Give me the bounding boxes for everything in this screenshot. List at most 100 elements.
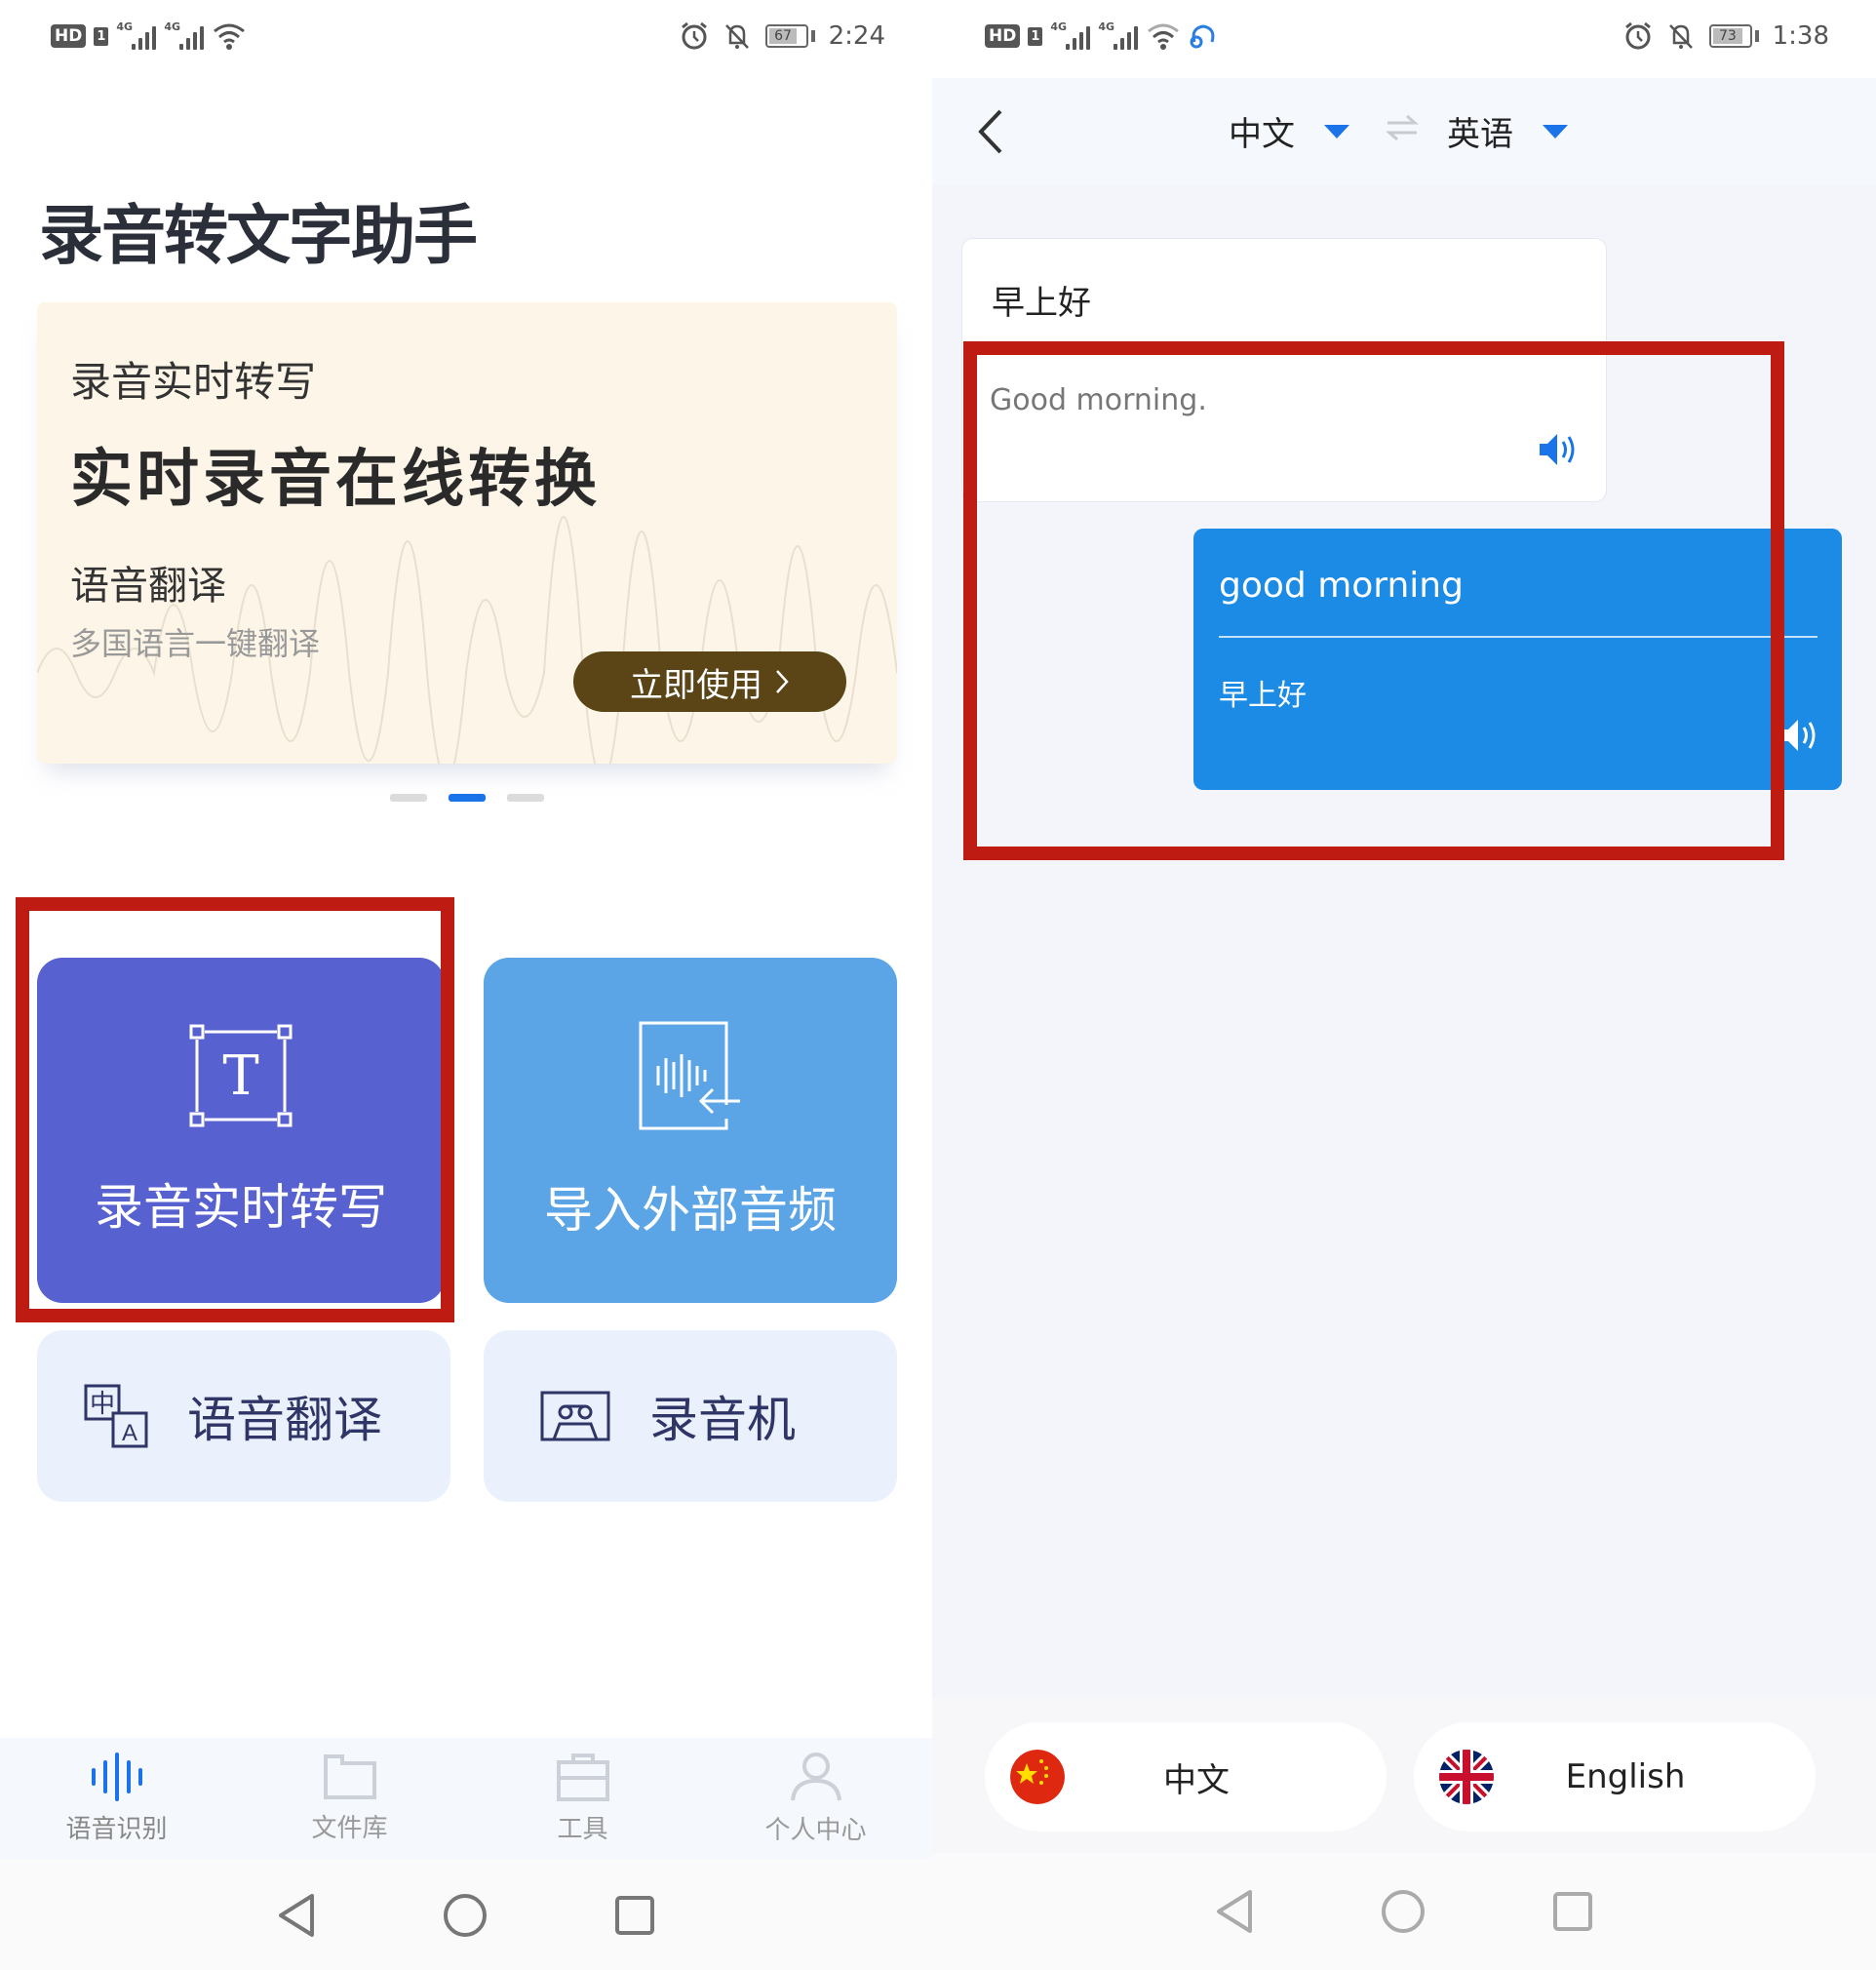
chinese-voice-button[interactable]: 中文 [985, 1722, 1387, 1832]
back-arrow-icon[interactable] [967, 105, 1016, 158]
svg-text:中: 中 [90, 1390, 115, 1419]
promo-banner[interactable]: 录音实时转写 实时录音在线转换 语音翻译 多国语言一键翻译 立即使用 [37, 302, 897, 764]
translated-text: Good morning. [990, 383, 1207, 417]
bubble-translation: 早上好 [1219, 679, 1307, 713]
translate-icon: 中 A [84, 1384, 148, 1448]
chevron-right-icon [776, 670, 789, 693]
tile-label: 录音实时转写 [95, 1179, 387, 1236]
pagination-dot[interactable] [390, 794, 427, 802]
wifi-icon [214, 23, 246, 50]
cassette-icon [540, 1391, 610, 1441]
tile-recorder[interactable]: 录音机 [484, 1330, 897, 1502]
text-box-icon: T [189, 1024, 293, 1127]
speaker-icon[interactable] [1778, 716, 1821, 755]
hd-voice-icon: HD [51, 24, 87, 48]
nav-item-tools[interactable]: 工具 [466, 1738, 699, 1859]
english-voice-button[interactable]: English [1414, 1722, 1816, 1832]
language-label: English [1565, 1757, 1686, 1796]
language-label: 中文 [1163, 1760, 1230, 1800]
nav-item-speech-recognition[interactable]: 语音识别 [0, 1738, 233, 1859]
source-language-label: 中文 [1229, 115, 1295, 154]
source-text: 早上好 [992, 284, 1091, 323]
waveform-icon [91, 1752, 142, 1801]
system-nav-bar [932, 1853, 1876, 1970]
recents-nav-icon[interactable] [1552, 1891, 1593, 1932]
tile-label: 语音翻译 [187, 1392, 382, 1448]
tile-voice-translation[interactable]: 中 A 语音翻译 [37, 1330, 450, 1502]
sim-icon: 1 [1028, 26, 1043, 46]
recents-nav-icon[interactable] [614, 1895, 655, 1936]
wifi-icon [1148, 23, 1180, 50]
response-bubble: good morning 早上好 [1193, 529, 1842, 790]
status-left-icons: HD 1 4G 4G [51, 20, 247, 51]
source-language-dropdown[interactable]: 中文 [1229, 107, 1349, 155]
language-input-bar: 中文 English [932, 1697, 1876, 1853]
translation-header: 中文 英语 [932, 78, 1876, 185]
clock: 2:24 [828, 21, 885, 51]
banner-headline: 实时录音在线转换 [70, 444, 601, 516]
china-flag-icon [1010, 1750, 1065, 1804]
bubble-divider [1219, 636, 1817, 638]
network-type-label: 4G [116, 20, 134, 33]
nav-item-profile[interactable]: 个人中心 [699, 1738, 932, 1859]
use-now-label: 立即使用 [630, 665, 762, 705]
user-icon [790, 1752, 841, 1800]
banner-feature: 语音翻译 [70, 564, 226, 609]
right-screen-translation: HD 1 4G 4G 73 1:38 中文 英语 早上好 Good mornin… [932, 0, 1876, 1970]
clock: 1:38 [1772, 21, 1829, 51]
headset-icon [1190, 24, 1215, 49]
svg-text:A: A [122, 1420, 137, 1446]
status-left-icons: HD 1 4G 4G [985, 20, 1218, 51]
network-type-label: 4G [1050, 20, 1068, 33]
mute-bell-icon [724, 24, 749, 49]
tile-realtime-transcription[interactable]: T 录音实时转写 [37, 958, 445, 1303]
speaker-icon[interactable] [1538, 430, 1581, 469]
banner-subtitle: 录音实时转写 [70, 358, 317, 406]
nav-item-file-library[interactable]: 文件库 [233, 1738, 466, 1859]
bottom-nav: 语音识别 文件库 工具 个人中心 [0, 1738, 932, 1859]
home-nav-icon[interactable] [443, 1893, 488, 1938]
signal-icon: 4G [116, 20, 157, 50]
target-language-dropdown[interactable]: 英语 [1447, 107, 1568, 155]
signal-icon: 4G [1098, 20, 1139, 50]
svg-text:T: T [222, 1044, 258, 1108]
battery-icon: 73 [1708, 24, 1759, 48]
target-language-label: 英语 [1447, 115, 1513, 154]
toolbox-icon [556, 1753, 609, 1801]
battery-level: 73 [1712, 28, 1743, 44]
home-nav-icon[interactable] [1381, 1889, 1426, 1934]
mute-bell-icon [1668, 24, 1693, 49]
status-right-icons: 73 1:38 [1623, 21, 1829, 51]
left-screen-home: HD 1 4G 4G 67 2:24 录音转文字助手 录音实时转写 实时录音在线… [0, 0, 932, 1970]
alarm-icon [1624, 21, 1651, 50]
tile-import-audio[interactable]: 导入外部音频 [484, 958, 897, 1303]
uk-flag-icon [1439, 1750, 1494, 1804]
battery-level: 67 [768, 28, 798, 44]
network-type-label: 4G [164, 20, 181, 33]
banner-description: 多国语言一键翻译 [70, 625, 321, 662]
hd-voice-icon: HD [985, 24, 1021, 48]
system-nav-bar [0, 1859, 932, 1970]
status-bar: HD 1 4G 4G 67 2:24 [0, 0, 932, 78]
status-right-icons: 67 2:24 [680, 21, 885, 51]
signal-icon: 4G [1050, 20, 1091, 50]
folder-icon [323, 1753, 376, 1799]
back-nav-icon[interactable] [1215, 1888, 1254, 1935]
signal-icon: 4G [164, 20, 205, 50]
network-type-label: 4G [1098, 20, 1115, 33]
use-now-button[interactable]: 立即使用 [573, 651, 846, 712]
nav-label: 语音识别 [65, 1814, 168, 1844]
import-audio-icon [639, 1021, 740, 1130]
translation-card: 早上好 Good morning. [961, 238, 1607, 502]
pagination-dot-active[interactable] [449, 794, 486, 802]
swap-languages-icon[interactable] [1386, 113, 1419, 142]
alarm-icon [681, 21, 707, 50]
sim-icon: 1 [94, 26, 109, 46]
dropdown-arrow-icon [1324, 124, 1349, 138]
dropdown-arrow-icon [1543, 124, 1568, 138]
app-title: 录音转文字助手 [39, 198, 478, 273]
back-nav-icon[interactable] [277, 1892, 316, 1939]
nav-label: 文件库 [311, 1813, 388, 1843]
battery-icon: 67 [764, 24, 815, 48]
pagination-dot[interactable] [507, 794, 544, 802]
